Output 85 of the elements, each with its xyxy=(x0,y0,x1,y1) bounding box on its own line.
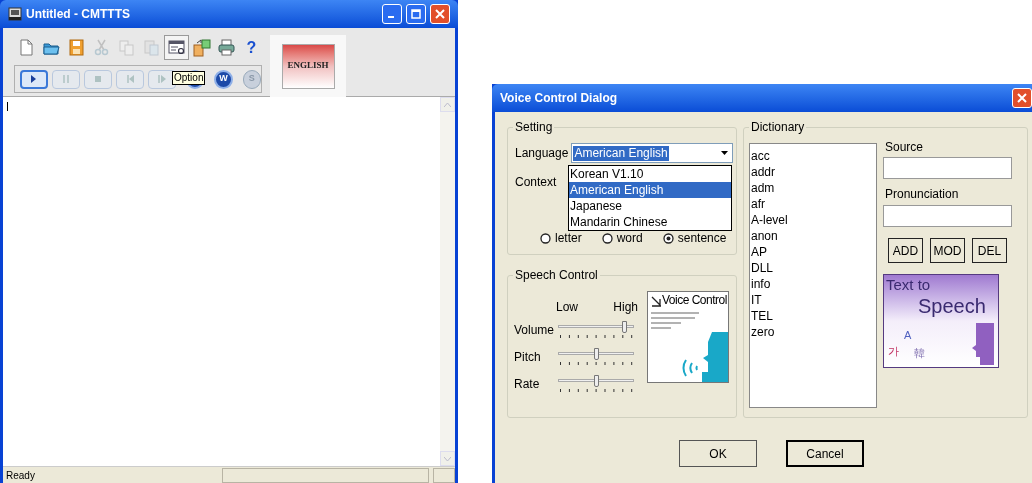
round-button[interactable]: W xyxy=(214,69,233,89)
slider-label: Pitch xyxy=(514,348,542,366)
group-title: Setting xyxy=(514,120,554,134)
list-item[interactable]: DLL xyxy=(751,260,876,276)
banner-text: Text to xyxy=(886,276,931,293)
list-item[interactable]: TEL xyxy=(751,308,876,324)
list-item[interactable]: info xyxy=(751,276,876,292)
close-icon xyxy=(1017,93,1027,103)
banner-glyph: 韓 xyxy=(914,347,925,359)
dictionary-button[interactable]: DEL xyxy=(972,238,1007,263)
slider[interactable] xyxy=(558,347,634,360)
list-item[interactable]: addr xyxy=(751,164,876,180)
dialog-button[interactable]: Cancel xyxy=(786,440,864,467)
window-title: Untitled - CMTTTS xyxy=(26,6,131,23)
radio-option[interactable]: letter xyxy=(540,229,582,247)
minimize-button[interactable] xyxy=(382,4,402,24)
help-button[interactable]: ? xyxy=(239,35,264,60)
slider-label: Rate xyxy=(514,375,541,393)
documents-arrow-icon xyxy=(192,38,211,57)
dropdown-option[interactable]: Japanese xyxy=(569,198,731,214)
dictionary-button[interactable]: ADD xyxy=(888,238,923,263)
radio-option[interactable]: sentence xyxy=(662,229,727,247)
clipboard-icon xyxy=(142,38,161,57)
list-item[interactable]: A-level xyxy=(751,212,876,228)
banner-text: Speech xyxy=(918,295,986,317)
banner-glyph: A xyxy=(904,329,912,341)
field-label: Source xyxy=(885,139,925,155)
tooltip: Option xyxy=(172,71,206,85)
pronunciation-field[interactable] xyxy=(883,205,1012,227)
printer-icon xyxy=(217,38,236,57)
slider[interactable] xyxy=(558,320,634,333)
pause-icon xyxy=(60,73,72,85)
close-button[interactable] xyxy=(430,4,450,24)
slider-max-label: High xyxy=(613,299,638,316)
maximize-button[interactable] xyxy=(406,4,426,24)
source-field[interactable] xyxy=(883,157,1012,179)
logo-title: Voice Control xyxy=(662,293,727,307)
field-label: Language xyxy=(515,145,569,162)
maximize-icon xyxy=(411,9,421,19)
list-item[interactable]: zero xyxy=(751,324,876,340)
close-button[interactable] xyxy=(1012,88,1032,108)
copy-icon xyxy=(117,38,136,57)
language-badge: ENGLISH xyxy=(281,43,335,89)
dictionary-button[interactable]: MOD xyxy=(930,238,965,263)
dictionary-list[interactable]: acc addr adm afr A-level anon AP DLL info IT TEL zero xyxy=(749,143,877,408)
dropdown-option[interactable]: Mandarin Chinese xyxy=(569,214,731,230)
list-item[interactable]: anon xyxy=(751,228,876,244)
slider-thumb[interactable] xyxy=(593,347,599,360)
minimize-icon xyxy=(387,16,394,18)
group-title: Dictionary xyxy=(750,120,806,134)
status-text: Ready xyxy=(5,468,36,483)
dropdown-value: American English xyxy=(573,145,669,161)
page-icon xyxy=(17,38,36,57)
slider-min-label: Low xyxy=(556,299,578,316)
app-icon xyxy=(8,7,22,21)
dropdown-arrow-icon xyxy=(720,151,728,155)
list-item[interactable]: afr xyxy=(751,196,876,212)
window-settings-icon xyxy=(167,38,186,57)
option-button[interactable] xyxy=(164,35,189,60)
dropdown-option[interactable]: American English xyxy=(569,182,731,198)
banner-glyph: 가 xyxy=(888,345,899,357)
language-dropdown[interactable]: American English xyxy=(571,143,734,163)
group-title: Speech Control xyxy=(514,268,599,282)
field-label: Pronunciation xyxy=(885,186,960,202)
next-icon xyxy=(155,73,168,85)
list-item[interactable]: IT xyxy=(751,292,876,308)
head-silhouette-drawing xyxy=(970,323,994,365)
slider-thumb[interactable] xyxy=(621,320,627,333)
scissors-icon xyxy=(92,38,111,57)
slider-label: Volume xyxy=(514,321,556,339)
list-item[interactable]: AP xyxy=(751,244,876,260)
radio-option[interactable]: word xyxy=(601,229,643,247)
field-label: Context xyxy=(515,174,557,191)
dialog-button[interactable]: OK xyxy=(679,440,757,467)
close-icon xyxy=(435,9,445,19)
dropdown-option[interactable]: Korean V1.10 xyxy=(569,166,731,182)
slider[interactable] xyxy=(558,374,634,387)
slider-thumb[interactable] xyxy=(593,374,599,387)
dialog-title: Voice Control Dialog xyxy=(500,90,619,107)
play-button[interactable] xyxy=(20,69,49,89)
text-cursor xyxy=(7,102,8,111)
status-pane xyxy=(433,467,455,483)
list-item[interactable]: acc xyxy=(751,148,876,164)
list-item[interactable]: adm xyxy=(751,180,876,196)
arrow-icon xyxy=(651,296,662,307)
